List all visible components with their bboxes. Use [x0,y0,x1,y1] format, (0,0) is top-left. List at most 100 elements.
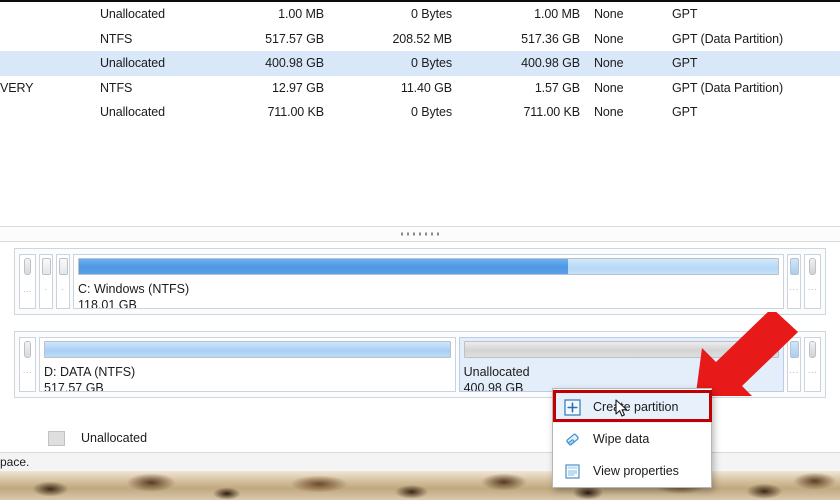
partition-label: Unallocated [464,364,779,380]
cell-filesystem: NTFS [100,81,202,95]
cell-capacity: 12.97 GB [202,81,324,95]
partition-block-reserved[interactable]: · · [56,254,70,309]
usage-bar [809,341,816,358]
cell-flags: None [580,7,658,21]
block-ellipsis: ··· [789,367,799,378]
disk-row-1: ... ... · · · · [14,248,826,315]
partition-block-efi[interactable]: ... ... [19,254,36,309]
table-row[interactable]: NTFS 517.57 GB 208.52 MB 517.36 GB None … [0,27,840,52]
cell-used: 208.52 MB [324,32,452,46]
block-ellipsis: · [61,304,64,309]
legend: Unallocated [0,424,840,452]
menu-item-wipe-data[interactable]: Wipe data [553,423,711,455]
block-ellipsis: ... [23,284,31,295]
usage-bar [24,341,31,358]
partition-label: D: DATA (NTFS) [44,364,451,380]
menu-item-label: Create partition [593,400,678,414]
cell-capacity: 400.98 GB [202,56,324,70]
partition-block-msr[interactable]: · · [39,254,53,309]
disk-manager-screenshot: Unallocated 1.00 MB 0 Bytes 1.00 MB None… [0,0,840,500]
table-row[interactable]: Unallocated 711.00 KB 0 Bytes 711.00 KB … [0,100,840,125]
partition-block-small-1[interactable]: ··· ··· [19,337,36,392]
cell-capacity: 517.57 GB [202,32,324,46]
cell-free: 400.98 GB [452,56,580,70]
partition-size: 517.57 GB [44,380,451,392]
cell-filesystem: Unallocated [100,56,202,70]
partition-block-recovery[interactable]: ··· ·· [787,254,801,309]
block-ellipsis: ··· [808,367,818,378]
cell-flags: None [580,32,658,46]
partition-block-small-2[interactable]: ··· ·· [787,337,801,392]
cell-capacity: 711.00 KB [202,105,324,119]
block-ellipsis: ·· [791,387,797,392]
block-ellipsis: · [44,304,47,309]
disk-graphic-pane: ... ... · · · · [0,243,840,426]
usage-bar-d [44,341,451,358]
partition-label: C: Windows (NTFS) [78,281,779,297]
usage-bar-unallocated [464,341,779,358]
usage-bar [790,258,799,275]
menu-item-view-properties[interactable]: View properties [553,455,711,487]
cell-used: 11.40 GB [324,81,452,95]
cell-type: GPT [658,105,840,119]
cell-capacity: 1.00 MB [202,7,324,21]
table-row[interactable]: Unallocated 1.00 MB 0 Bytes 1.00 MB None… [0,2,840,27]
partition-table: Unallocated 1.00 MB 0 Bytes 1.00 MB None… [0,2,840,224]
cell-type: GPT (Data Partition) [658,32,840,46]
cell-type: GPT [658,7,840,21]
cell-used: 0 Bytes [324,105,452,119]
legend-swatch-unallocated [48,431,65,446]
cell-used: 0 Bytes [324,56,452,70]
eraser-icon [562,429,582,449]
usage-bar-c [78,258,779,275]
menu-item-create-partition[interactable]: Create partition [553,391,711,423]
partition-size: 118.01 GB [78,297,779,309]
cell-flags: None [580,105,658,119]
block-ellipsis: ··· [789,284,799,295]
usage-bar [42,258,51,275]
cell-free: 1.57 GB [452,81,580,95]
table-row-selected[interactable]: Unallocated 400.98 GB 0 Bytes 400.98 GB … [0,51,840,76]
partition-block-tail[interactable]: ··· ··· [804,254,821,309]
block-ellipsis: ··· [23,367,33,378]
legend-label-unallocated: Unallocated [81,431,147,445]
block-ellipsis: ··· [23,387,33,392]
cell-type: GPT [658,56,840,70]
splitter-grip-icon [401,233,439,236]
cell-free: 711.00 KB [452,105,580,119]
cell-free: 517.36 GB [452,32,580,46]
cell-flags: None [580,56,658,70]
block-ellipsis: ... [23,304,31,309]
partition-block-c-windows[interactable]: C: Windows (NTFS) 118.01 GB [73,254,784,309]
cell-name: VERY [0,81,100,95]
cell-used: 0 Bytes [324,7,452,21]
properties-icon [562,461,582,481]
block-ellipsis: ··· [808,284,818,295]
partition-block-unallocated[interactable]: Unallocated 400.98 GB [459,337,784,392]
partition-block-small-3[interactable]: ··· ··· [804,337,821,392]
status-bar: pace. [0,452,840,471]
pane-splitter[interactable] [0,226,840,242]
block-ellipsis: ·· [791,304,797,309]
cell-filesystem: Unallocated [100,7,202,21]
cell-filesystem: NTFS [100,32,202,46]
usage-bar [59,258,68,275]
table-row[interactable]: VERY NTFS 12.97 GB 11.40 GB 1.57 GB None… [0,76,840,101]
cell-flags: None [580,81,658,95]
block-ellipsis: · [61,284,64,295]
status-text: pace. [0,455,29,469]
menu-item-label: View properties [593,464,679,478]
cell-filesystem: Unallocated [100,105,202,119]
menu-item-label: Wipe data [593,432,649,446]
block-ellipsis: · [44,284,47,295]
partition-block-d-data[interactable]: D: DATA (NTFS) 517.57 GB [39,337,456,392]
context-menu[interactable]: Create partition Wipe data [552,388,712,488]
plus-box-icon [562,397,582,417]
cell-free: 1.00 MB [452,7,580,21]
block-ellipsis: ··· [808,387,818,392]
usage-bar [790,341,799,358]
usage-bar [24,258,31,275]
usage-bar [809,258,816,275]
cell-type: GPT (Data Partition) [658,81,840,95]
block-ellipsis: ··· [808,304,818,309]
